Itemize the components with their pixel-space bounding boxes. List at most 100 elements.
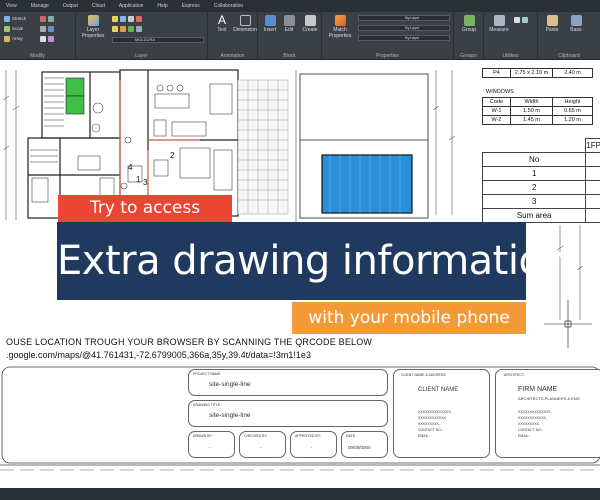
svg-text:1: 1	[136, 175, 141, 184]
utilities-group-label: Utilities	[502, 53, 519, 59]
client-line: XXXXXXXXXXXXXX,	[418, 410, 452, 414]
date-label: DATE:	[346, 434, 357, 438]
sun-icon	[120, 16, 126, 22]
base-label: Base	[570, 27, 582, 33]
group-button[interactable]: Group	[457, 15, 481, 33]
door-size: 2.75 x 2.10 m	[510, 68, 553, 78]
window-code: W-1	[482, 106, 511, 116]
ribbon: Stretch Scale Array Modify Layer Propert…	[0, 12, 600, 60]
layer-icons-row-2[interactable]	[112, 26, 144, 32]
lineweight-dropdown-value: ByLayer	[405, 35, 420, 40]
lock-icon	[128, 16, 134, 22]
lightbulb-icon	[112, 16, 118, 22]
mirror-icon	[48, 16, 54, 22]
qr-maps-url[interactable]: .google.com/maps/@41.761431,-72.6799005,…	[6, 350, 311, 360]
area-header-row: 1FP	[482, 138, 600, 153]
color-dropdown[interactable]: ByLayer	[358, 15, 450, 21]
window-code: W-2	[482, 115, 511, 125]
array-tool[interactable]: Array	[4, 36, 23, 42]
project-name-value: site-single-line	[209, 381, 251, 388]
stretch-tool[interactable]: Stretch	[4, 16, 26, 22]
drawing-title-box: DRAWING TITLE: site-single-line	[188, 400, 388, 427]
edit-button[interactable]: Edit	[280, 15, 298, 33]
menu-manage[interactable]: Manage	[31, 3, 49, 9]
modify-extra-3[interactable]	[40, 36, 56, 42]
layer-properties-button[interactable]: Layer Properties	[79, 15, 107, 39]
client-line: XXXXXXXXXXXX,	[418, 416, 447, 420]
window-height: 0.65 m	[552, 106, 593, 116]
match-properties-button[interactable]: Match Properties	[325, 15, 355, 39]
firm-line: CONTACT NO:-	[518, 428, 543, 432]
menu-express[interactable]: Express	[182, 3, 200, 9]
layer-properties-icon	[87, 15, 99, 26]
approved-by-value: -	[311, 445, 313, 450]
date-value: 00/00/0000	[348, 445, 371, 450]
insert-button[interactable]: Insert	[261, 15, 279, 33]
banner-mobile-phone: with your mobile phone	[292, 302, 526, 334]
array-label: Array	[12, 36, 23, 42]
layer-icons-row-1[interactable]	[112, 16, 144, 22]
menu-bar: View Manage Output Cloud Application Hel…	[0, 0, 600, 12]
banner-extra-drawing-info: Extra drawing information	[57, 222, 568, 300]
menu-cloud[interactable]: Cloud	[92, 3, 105, 9]
drawing-title-value: site-single-line	[209, 412, 251, 419]
dimension-label: Dimension	[233, 27, 257, 33]
terrace-hatch	[237, 79, 289, 215]
paintbrush-icon	[334, 15, 346, 26]
ribbon-group-properties: Match Properties ByLayer ByLayer ByLayer…	[322, 12, 454, 60]
measure-button[interactable]: Measure	[487, 15, 511, 33]
copy-icon	[48, 26, 54, 32]
window-height: 1.20 m	[552, 115, 593, 125]
drawn-by-value: -	[209, 445, 211, 450]
paste-label: Paste	[545, 27, 559, 33]
text-a-icon: A	[217, 13, 226, 27]
area-row-number: 2	[481, 180, 587, 195]
menu-collaboration[interactable]: Collaboration	[214, 3, 243, 9]
firm-line: XXXXXXXXXXXX,	[518, 416, 547, 420]
menu-output[interactable]: Output	[63, 3, 78, 9]
menu-application[interactable]: Application	[119, 3, 143, 9]
architect-box: ARCHITECT: FIRM NAME ARCHITECTS,PLANNERS…	[495, 369, 600, 458]
color-dropdown-value: ByLayer	[405, 15, 420, 20]
drawing-canvas[interactable]: 4 2 3 1 P4 2.75 x 2.10 m 2.40 m WINDOWS …	[0, 60, 600, 500]
create-button[interactable]: Create	[299, 15, 321, 33]
clipboard-group-label: Clipboard	[558, 53, 580, 59]
layer-on-icon	[112, 26, 118, 32]
layer-prev-icon	[136, 26, 142, 32]
windows-header-width: Width	[510, 97, 553, 107]
approved-by-label: APPROVED BY:	[295, 434, 321, 438]
paste-button[interactable]: Paste	[542, 15, 562, 33]
area-row-number: 3	[481, 194, 587, 209]
base-button[interactable]: Base	[566, 15, 586, 33]
ribbon-group-modify: Stretch Scale Array Modify	[0, 12, 76, 60]
ribbon-group-layer: Layer Properties MOLDURA Layer	[76, 12, 208, 60]
edit-label: Edit	[284, 27, 294, 33]
area-sum-label: Sum area	[481, 208, 587, 223]
architect-label: ARCHITECT:	[504, 373, 525, 377]
doors-table: P4 2.75 x 2.10 m 2.40 m	[482, 68, 593, 78]
menu-help[interactable]: Help	[157, 3, 167, 9]
utilities-extra[interactable]	[514, 17, 530, 23]
area-table: 1FP No 1 2 3 Sum area	[481, 138, 600, 223]
text-button[interactable]: A Text	[212, 13, 232, 33]
stretch-label: Stretch	[12, 16, 27, 22]
modify-group-label: Modify	[30, 53, 45, 59]
measure-label: Measure	[489, 27, 509, 33]
checked-by-label: CHECKED BY:	[244, 434, 268, 438]
linetype-dropdown-value: ByLayer	[405, 25, 420, 30]
ruler-icon	[493, 15, 505, 26]
area-col-no: No	[481, 152, 587, 167]
modify-extra-2[interactable]	[40, 26, 56, 32]
menu-view[interactable]: View	[6, 3, 17, 9]
area-no-row: No	[481, 152, 600, 167]
lineweight-dropdown[interactable]: ByLayer	[358, 35, 450, 41]
linetype-dropdown[interactable]: ByLayer	[358, 25, 450, 31]
scale-tool[interactable]: Scale	[4, 26, 23, 32]
modify-extra-1[interactable]	[40, 16, 56, 22]
drawing-title-label: DRAWING TITLE:	[193, 403, 222, 407]
area-sum-row: Sum area	[481, 208, 600, 223]
dimension-button[interactable]: Dimension	[233, 15, 257, 33]
client-line: EMAIL:	[418, 434, 430, 438]
layer-dropdown[interactable]: MOLDURA	[112, 37, 204, 43]
approved-by-box: APPROVED BY: -	[290, 431, 337, 458]
